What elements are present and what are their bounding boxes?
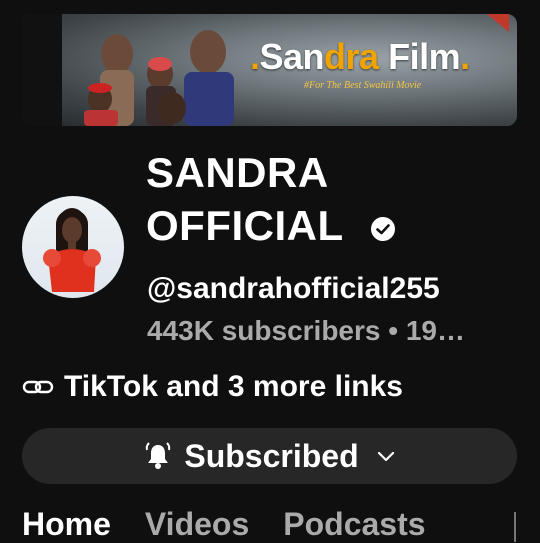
channel-name-line2: OFFICIAL	[146, 202, 344, 249]
tab-videos[interactable]: Videos	[145, 506, 249, 543]
channel-name-line1: SANDRA	[146, 149, 329, 196]
chevron-down-icon	[377, 451, 394, 462]
channel-handle: @sandrahofficial255	[147, 272, 440, 305]
tab-home[interactable]: Home	[22, 506, 111, 543]
subscribed-button[interactable]: Subscribed	[22, 428, 517, 484]
channel-banner: .Sandra Film. #For The Best Swahili Movi…	[22, 14, 517, 126]
tab-podcasts[interactable]: Podcasts	[283, 506, 425, 543]
verified-check-icon	[371, 217, 395, 241]
tabs-divider	[514, 512, 516, 542]
channel-links-text[interactable]: TikTok and 3 more links	[64, 370, 403, 404]
avatar-photo	[43, 208, 101, 292]
channel-avatar[interactable]	[22, 196, 124, 298]
subscribed-label: Subscribed	[184, 437, 359, 474]
channel-tabs: Home Videos Podcasts	[22, 506, 426, 543]
link-icon	[22, 380, 54, 394]
banner-brand-title: .Sandra Film.	[250, 36, 470, 77]
banner-cast-image	[84, 30, 234, 126]
channel-links[interactable]: TikTok and 3 more links	[22, 370, 403, 404]
banner-corner-graphic	[487, 14, 509, 32]
channel-stats[interactable]: 443K subscribers • 19…	[147, 315, 465, 347]
banner-edge	[22, 14, 62, 126]
bell-icon	[146, 442, 171, 469]
banner-tagline: #For The Best Swahili Movie	[304, 80, 422, 91]
channel-name: SANDRA OFFICIAL	[146, 146, 344, 252]
